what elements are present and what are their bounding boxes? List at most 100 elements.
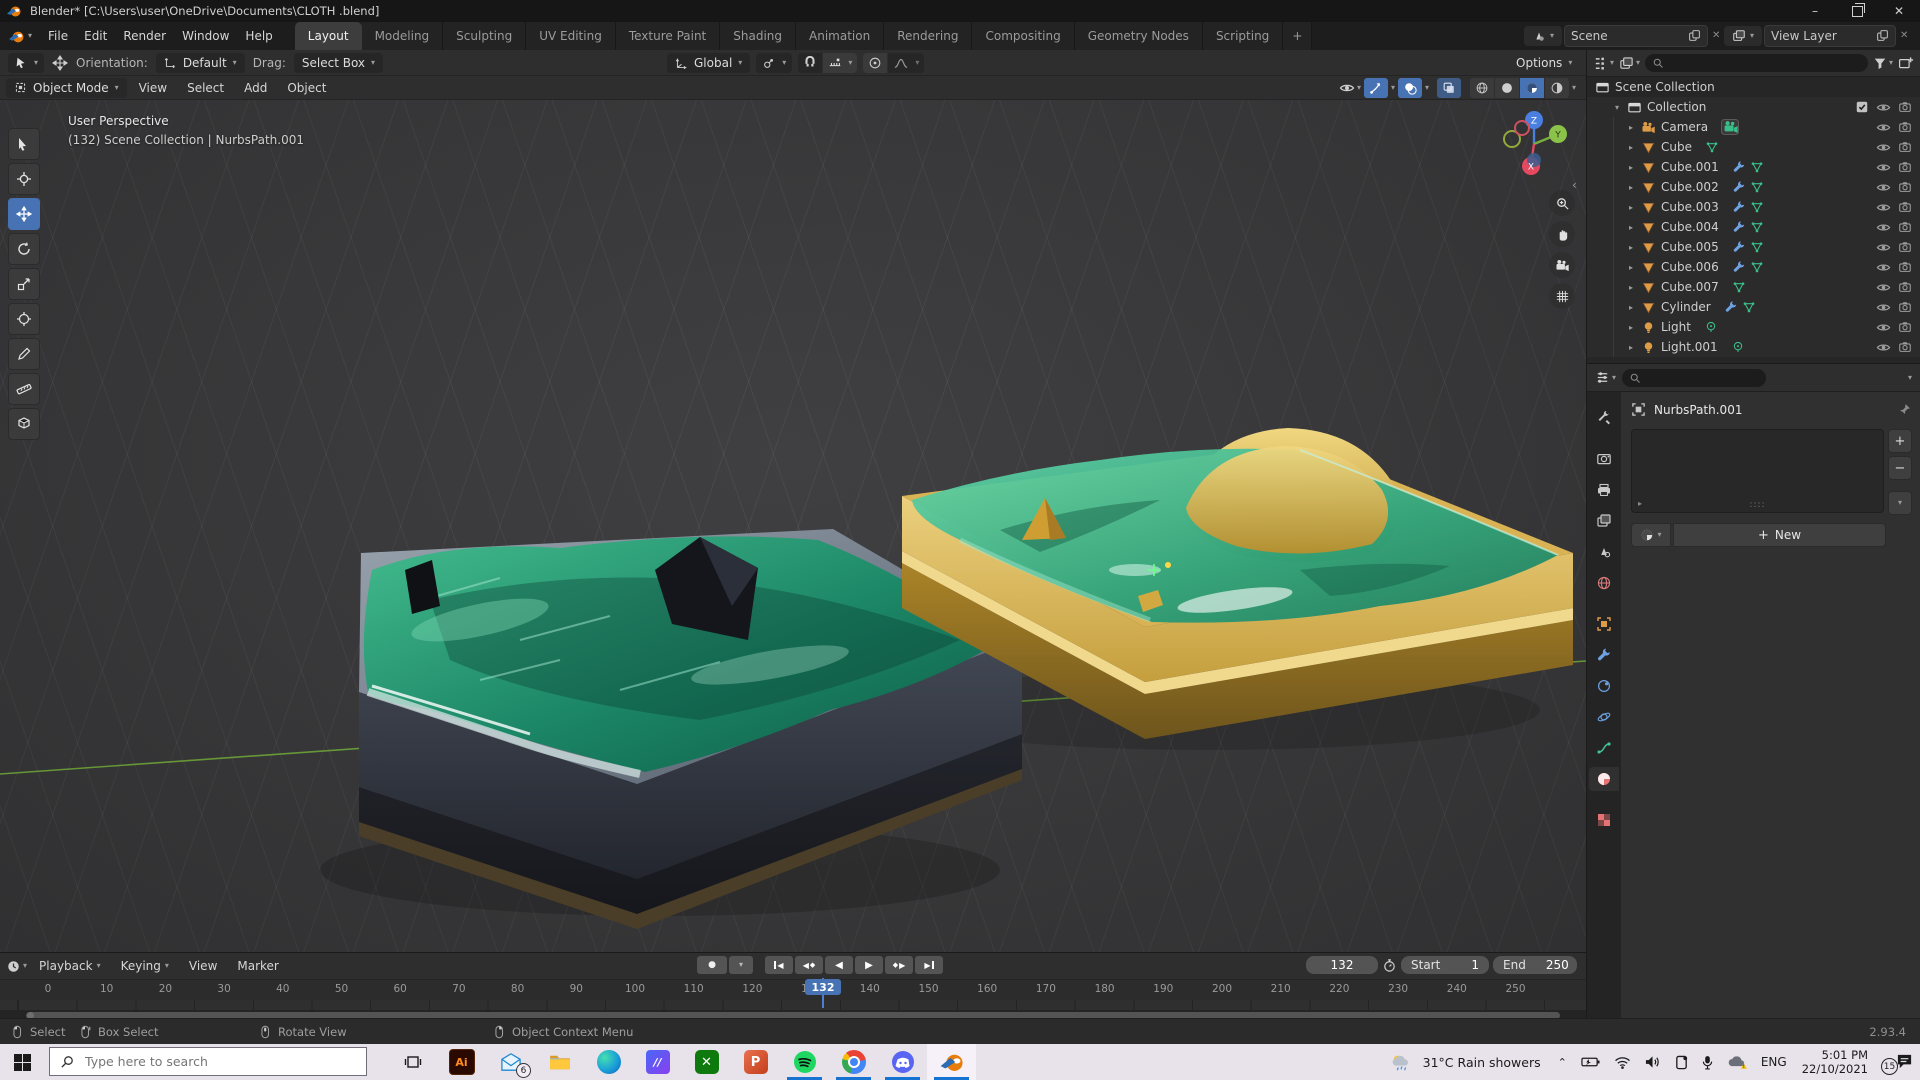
tool-select-box[interactable]	[8, 128, 40, 160]
tab-object-data[interactable]	[1589, 736, 1619, 760]
view-layer-selector[interactable]: ▾	[1724, 26, 1762, 46]
tab-particles[interactable]	[1589, 674, 1619, 698]
hide-eye-icon[interactable]	[1876, 320, 1891, 335]
tab-tool[interactable]	[1589, 406, 1619, 430]
overlays-dropdown[interactable]: ▾	[1425, 84, 1429, 92]
hide-eye-icon[interactable]	[1876, 140, 1891, 155]
disable-render-icon[interactable]	[1898, 340, 1912, 354]
outliner-row[interactable]: ▸ Cube.004	[1587, 217, 1920, 237]
wifi-icon[interactable]	[1614, 1056, 1631, 1069]
snap-settings-dropdown[interactable]: ▾	[823, 53, 857, 73]
expand-icon[interactable]: ▸	[1626, 283, 1636, 292]
new-material-button[interactable]: + New	[1673, 523, 1886, 547]
timeline-editor-dropdown[interactable]: ▾	[6, 959, 27, 974]
hide-eye-icon[interactable]	[1876, 340, 1891, 355]
mesh-data-icon[interactable]	[1750, 240, 1764, 254]
shading-solid-button[interactable]	[1495, 78, 1519, 98]
start-frame-field[interactable]: Start 1	[1401, 956, 1489, 974]
light-data-icon[interactable]	[1704, 320, 1718, 334]
menu-playback[interactable]: Playback▾	[31, 959, 109, 973]
tool-transform[interactable]	[8, 303, 40, 335]
expand-icon[interactable]: ▸	[1626, 323, 1636, 332]
modifier-wrench-icon[interactable]	[1724, 300, 1738, 314]
menu-object[interactable]: Object	[279, 81, 334, 95]
jump-to-end-button[interactable]: ▶	[915, 956, 943, 974]
notification-center[interactable]: 15	[1883, 1049, 1913, 1075]
frame-field[interactable]: 132	[1306, 956, 1378, 974]
expand-icon[interactable]: ▸	[1626, 223, 1636, 232]
expand-icon[interactable]: ▸	[1626, 303, 1636, 312]
play-reverse-button[interactable]: ◀	[825, 956, 853, 974]
menu-add[interactable]: Add	[236, 81, 275, 95]
pin-icon[interactable]	[1897, 402, 1912, 417]
material-slot-list[interactable]: ▸ ::::	[1631, 429, 1884, 513]
outliner-row[interactable]: ▸ Light.001	[1587, 337, 1920, 357]
resize-grip[interactable]: ::::	[1749, 500, 1765, 510]
workspace-tab-layout[interactable]: Layout	[295, 22, 362, 50]
workspace-tab-sculpting[interactable]: Sculpting	[443, 22, 526, 50]
menu-render[interactable]: Render	[115, 22, 174, 50]
tool-rotate[interactable]	[8, 233, 40, 265]
stopwatch-icon[interactable]	[1382, 958, 1397, 973]
collection-expand-icon[interactable]: ▾	[1612, 103, 1622, 112]
tray-expand-icon[interactable]: ⌃	[1558, 1056, 1567, 1069]
outliner-row[interactable]: ▸ Cube.005	[1587, 237, 1920, 257]
browse-material-dropdown[interactable]: ▾	[1631, 523, 1671, 547]
workspace-tab-shading[interactable]: Shading	[720, 22, 796, 50]
menu-view[interactable]: View	[131, 81, 175, 95]
outliner-row[interactable]: ▸ Cube	[1587, 137, 1920, 157]
disable-render-icon[interactable]	[1898, 260, 1912, 274]
outliner-row[interactable]: ▸ Cube.003	[1587, 197, 1920, 217]
menu-select[interactable]: Select	[179, 81, 232, 95]
expand-icon[interactable]: ▸	[1626, 243, 1636, 252]
tool-measure[interactable]	[8, 373, 40, 405]
xray-toggle[interactable]	[1437, 78, 1461, 98]
expand-icon[interactable]: ▸	[1626, 343, 1636, 352]
restore-button[interactable]	[1836, 0, 1878, 22]
modifier-wrench-icon[interactable]	[1732, 180, 1746, 194]
task-view-button[interactable]	[388, 1044, 437, 1080]
hide-eye-icon[interactable]	[1876, 160, 1891, 175]
tab-physics[interactable]	[1589, 705, 1619, 729]
camera-view-button[interactable]	[1549, 252, 1575, 278]
taskbar-search[interactable]	[49, 1047, 367, 1076]
menu-help[interactable]: Help	[237, 22, 280, 50]
modifier-wrench-icon[interactable]	[1732, 220, 1746, 234]
outliner-row[interactable]: ▸ Cube.007	[1587, 277, 1920, 297]
breadcrumb-object-name[interactable]: NurbsPath.001	[1654, 403, 1742, 417]
disable-render-icon[interactable]	[1898, 280, 1912, 294]
mesh-data-icon[interactable]	[1750, 220, 1764, 234]
edge-app[interactable]	[584, 1044, 633, 1080]
workspace-tab-animation[interactable]: Animation	[796, 22, 884, 50]
workspace-tab-modeling[interactable]: Modeling	[362, 22, 444, 50]
language-indicator[interactable]: ENG	[1761, 1055, 1787, 1069]
expand-icon[interactable]: ▸	[1626, 123, 1636, 132]
expand-icon[interactable]: ▸	[1626, 203, 1636, 212]
mesh-data-icon[interactable]	[1750, 160, 1764, 174]
mesh-data-icon[interactable]	[1742, 300, 1756, 314]
illustrator-app[interactable]: Ai	[437, 1044, 486, 1080]
modifier-wrench-icon[interactable]	[1732, 160, 1746, 174]
weather-temp[interactable]: 31°C	[1423, 1055, 1454, 1070]
expand-icon[interactable]: ▸	[1626, 163, 1636, 172]
disable-render-icon[interactable]	[1898, 240, 1912, 254]
outliner-row[interactable]: ▸ Cube.001	[1587, 157, 1920, 177]
tab-object[interactable]	[1589, 612, 1619, 636]
tab-scene[interactable]	[1589, 540, 1619, 564]
camera-data-icon[interactable]	[1721, 119, 1739, 135]
menu-file[interactable]: File	[40, 22, 76, 50]
volume-icon[interactable]	[1645, 1055, 1661, 1069]
outliner-row[interactable]: ▸ Camera	[1587, 117, 1920, 137]
slot-specials-dropdown[interactable]: ▾	[1888, 491, 1912, 515]
panel-collapse-icon[interactable]: ‹	[1572, 178, 1577, 192]
file-explorer-app[interactable]	[535, 1044, 584, 1080]
outliner-editor-dropdown[interactable]: ▾	[1593, 56, 1614, 71]
timeline-track[interactable]	[0, 1000, 1586, 1010]
app-menu-button[interactable]: ▾	[0, 22, 40, 50]
minimize-button[interactable]: –	[1794, 0, 1836, 22]
new-collection-icon[interactable]	[1898, 55, 1914, 71]
prev-keyframe-button[interactable]: ◀◆	[795, 956, 823, 974]
workspace-tab-rendering[interactable]: Rendering	[884, 22, 972, 50]
new-view-layer-icon[interactable]	[1876, 29, 1889, 42]
close-button[interactable]: ✕	[1878, 0, 1920, 22]
